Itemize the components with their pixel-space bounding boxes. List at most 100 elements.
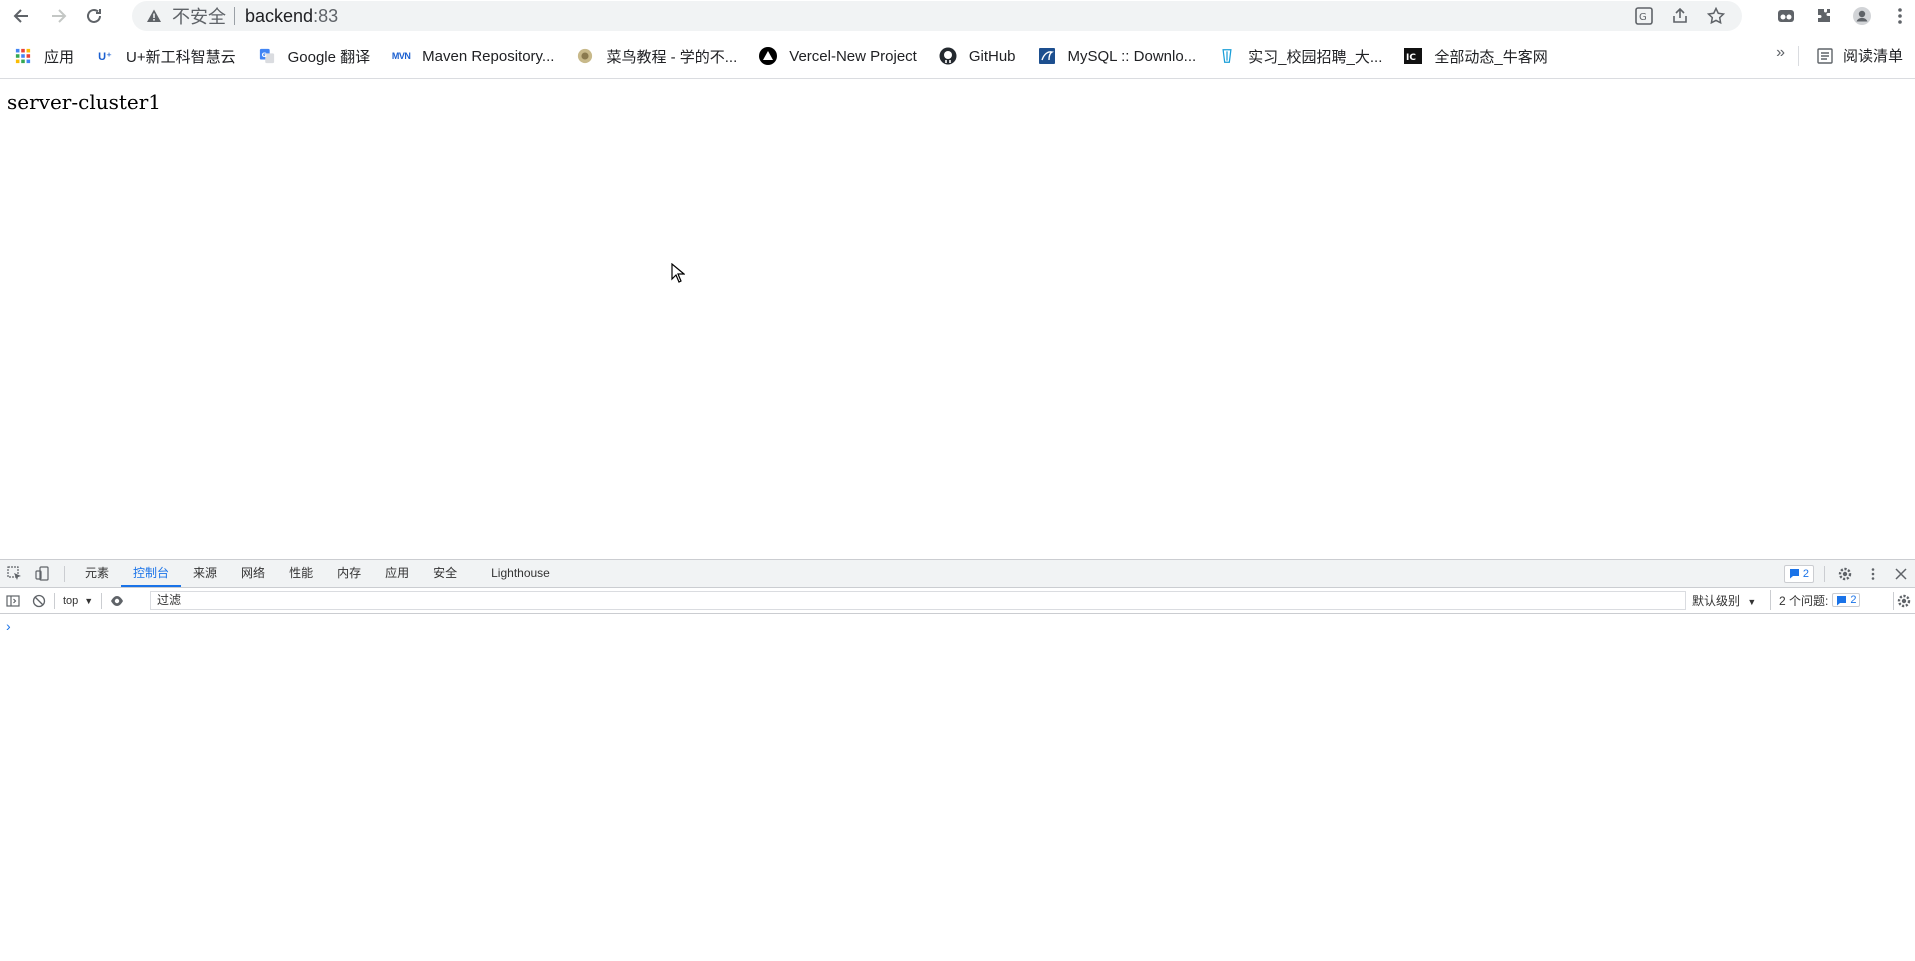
- tab-performance[interactable]: 性能: [277, 560, 325, 587]
- issues-small-count: 2: [1850, 594, 1857, 606]
- bookmarks-divider: [1798, 46, 1799, 66]
- console-sidebar-toggle[interactable]: [0, 589, 26, 613]
- devtools-menu-button[interactable]: [1863, 564, 1883, 584]
- apps-grid-icon: [14, 47, 32, 65]
- bookmarks-bar: 应用 U⁺ U+新工科智慧云 G Google 翻译 MVN Maven Rep…: [0, 40, 1915, 72]
- warning-icon[interactable]: [146, 8, 162, 24]
- bookmark-maven[interactable]: MVN Maven Repository...: [384, 42, 562, 70]
- bookmark-google-translate[interactable]: G Google 翻译: [250, 42, 379, 70]
- console-divider: [101, 592, 103, 609]
- arrow-right-icon: [52, 9, 67, 23]
- toolbar-actions: [1771, 2, 1915, 30]
- console-filter-input[interactable]: 过滤: [150, 591, 1686, 610]
- address-bar[interactable]: 不安全 backend:83 G: [132, 1, 1742, 31]
- tab-security[interactable]: 安全: [421, 560, 469, 587]
- js-context-select[interactable]: top ▼: [57, 595, 99, 607]
- clear-circle-icon: [32, 594, 46, 607]
- kebab-menu-icon: [1871, 567, 1875, 580]
- issues-badge-button[interactable]: 2: [1783, 564, 1814, 583]
- devtools-panel: 元素 控制台 来源 网络 性能 内存 应用 安全 Lighthouse 2 to…: [0, 559, 1915, 961]
- live-expression-button[interactable]: [104, 589, 130, 613]
- devtools-settings-button[interactable]: [1835, 564, 1855, 584]
- profile-button[interactable]: [1847, 2, 1877, 30]
- console-prompt[interactable]: ›: [6, 618, 11, 634]
- bookmarks-overflow-button[interactable]: »: [1776, 44, 1785, 62]
- bookmarks-bar-border: [0, 78, 1915, 79]
- forward-button[interactable]: [44, 2, 72, 30]
- filter-placeholder: 过滤: [157, 593, 182, 607]
- devtools-actions: 2: [1783, 560, 1911, 587]
- log-level-select[interactable]: 默认级别 ▼: [1692, 592, 1756, 609]
- console-divider: [54, 592, 55, 609]
- bookmark-shixi[interactable]: 实习_校园招聘_大...: [1210, 42, 1390, 70]
- gear-icon: [1838, 567, 1852, 580]
- mvn-icon: MVN: [391, 51, 411, 61]
- tab-elements[interactable]: 元素: [73, 560, 121, 587]
- bookmark-nowcoder[interactable]: IC 全部动态_牛客网: [1396, 42, 1555, 70]
- bookmark-uplus[interactable]: U⁺ U+新工科智慧云: [88, 42, 244, 70]
- extensions-button[interactable]: [1809, 2, 1839, 30]
- url-port: :83: [313, 5, 339, 26]
- clear-console-button[interactable]: [26, 589, 52, 613]
- bookmark-label: 菜鸟教程 - 学的不...: [606, 48, 738, 66]
- bookmark-label: 应用: [44, 48, 75, 66]
- tab-console[interactable]: 控制台: [121, 560, 182, 587]
- reload-icon: [87, 8, 101, 23]
- console-toolbar: top ▼ 过滤 默认级别 ▼ 2 个问题: 2: [0, 588, 1915, 614]
- device-toolbar-button[interactable]: [28, 561, 56, 587]
- issues-label: 2 个问题:: [1779, 593, 1829, 608]
- arrow-left-icon: [13, 9, 28, 23]
- bookmark-vercel[interactable]: Vercel-New Project: [751, 42, 925, 70]
- svg-text:IC: IC: [1406, 53, 1416, 63]
- bookmark-star-button[interactable]: [1704, 4, 1728, 28]
- tab-memory[interactable]: 内存: [325, 560, 373, 587]
- console-settings-button[interactable]: [1893, 592, 1911, 610]
- bookmark-label: Maven Repository...: [422, 47, 555, 65]
- shixi-icon: [1218, 47, 1236, 65]
- back-button[interactable]: [8, 2, 36, 30]
- bookmark-github[interactable]: GitHub: [931, 42, 1024, 70]
- security-status[interactable]: 不安全: [172, 3, 226, 29]
- google-translate-icon: G: [258, 47, 276, 65]
- bookmark-runoob[interactable]: 菜鸟教程 - 学的不...: [568, 42, 745, 70]
- bookmark-apps[interactable]: 应用: [6, 42, 82, 70]
- bookmark-label: U+新工科智慧云: [126, 48, 236, 66]
- extension-button[interactable]: [1771, 2, 1801, 30]
- vercel-icon: [759, 47, 778, 65]
- share-icon: [1673, 7, 1687, 23]
- reading-list-icon: [1817, 47, 1833, 64]
- reading-list-label: 阅读清单: [1842, 48, 1903, 65]
- share-button[interactable]: [1668, 4, 1692, 28]
- github-icon: [939, 47, 957, 65]
- issues-badge-count: 2: [1802, 567, 1809, 580]
- translate-button[interactable]: G: [1632, 4, 1656, 28]
- issues-small-badge: 2: [1832, 593, 1861, 607]
- reading-list-button[interactable]: 阅读清单: [1817, 45, 1903, 66]
- omnibox-divider: [234, 7, 235, 25]
- bookmark-label: Vercel-New Project: [789, 47, 917, 65]
- bookmark-mysql[interactable]: MySQL :: Downlo...: [1030, 42, 1205, 70]
- tab-application[interactable]: 应用: [373, 560, 421, 587]
- glasses-extension-icon: [1778, 10, 1794, 22]
- tab-lighthouse[interactable]: Lighthouse: [479, 560, 562, 587]
- inspect-element-button[interactable]: [0, 561, 28, 587]
- devtools-close-button[interactable]: [1891, 564, 1911, 584]
- reload-button[interactable]: [80, 2, 108, 30]
- devtools-tabbar: 元素 控制台 来源 网络 性能 内存 应用 安全 Lighthouse 2: [0, 560, 1915, 588]
- tab-sources[interactable]: 来源: [181, 560, 229, 587]
- inspect-cursor-icon: [6, 566, 21, 580]
- mysql-icon: [1038, 47, 1056, 65]
- uplus-icon: U⁺: [98, 50, 112, 63]
- omnibox-actions: G: [1632, 4, 1728, 28]
- url-text[interactable]: backend:83: [245, 6, 338, 27]
- star-icon: [1707, 7, 1725, 25]
- triangle-down-icon: ▼: [1747, 597, 1757, 607]
- runoob-icon: [576, 47, 594, 65]
- tab-network[interactable]: 网络: [229, 560, 277, 587]
- message-icon: [1789, 569, 1799, 579]
- bookmark-label: 全部动态_牛客网: [1434, 48, 1548, 66]
- browser-toolbar: 不安全 backend:83 G: [0, 0, 1915, 32]
- url-host: backend: [245, 5, 314, 26]
- browser-menu-button[interactable]: [1885, 2, 1915, 30]
- console-issues-button[interactable]: 2 个问题: 2: [1770, 590, 1861, 610]
